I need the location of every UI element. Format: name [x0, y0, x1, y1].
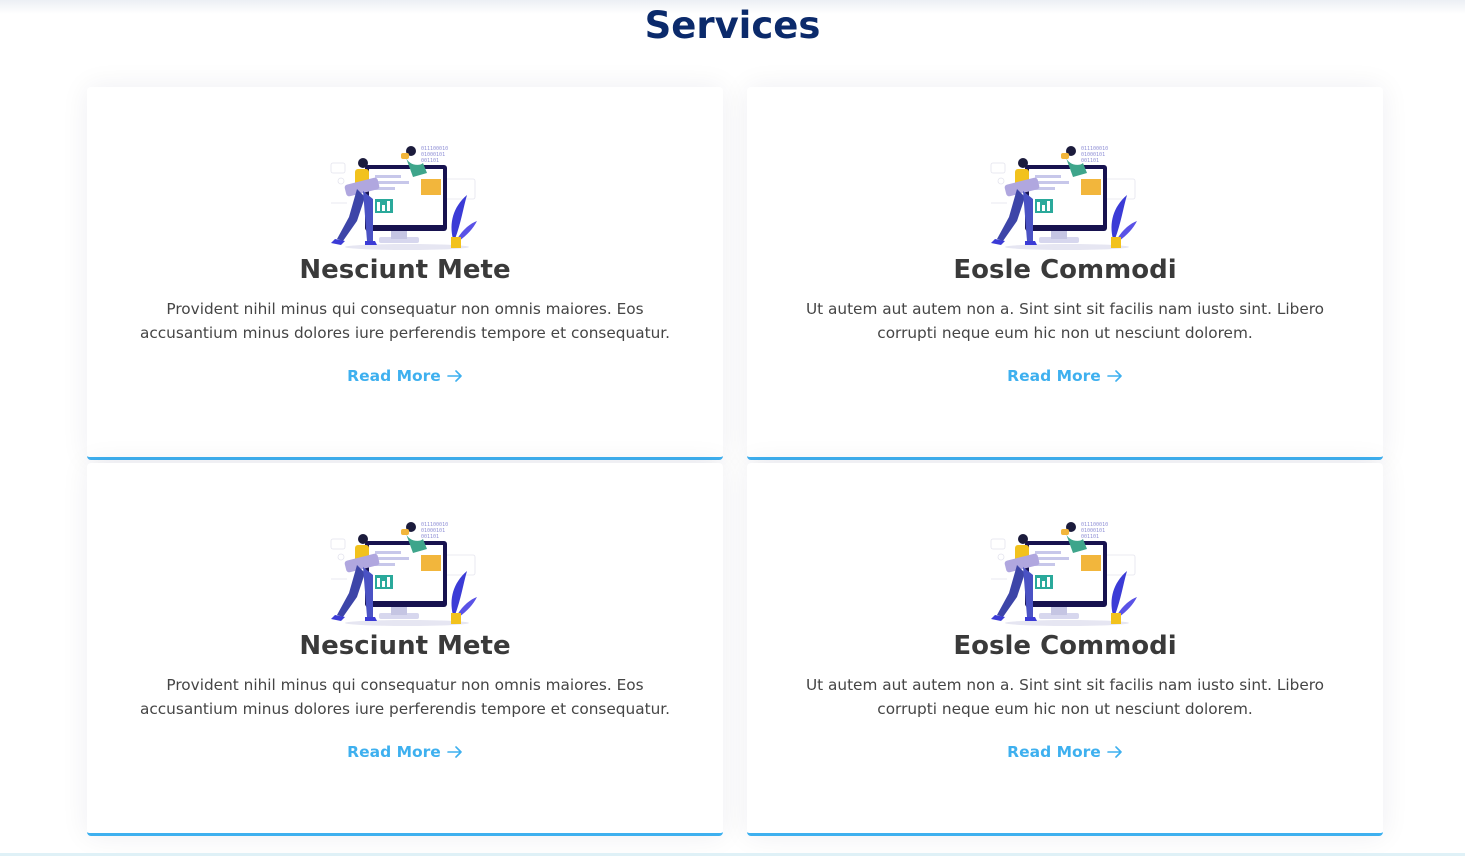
card-title: Nesciunt Mete	[299, 631, 511, 661]
arrow-right-icon	[447, 370, 462, 382]
card-title: Eosle Commodi	[953, 631, 1177, 661]
developers-at-computer-illustration: 011100010 01000101 001101	[330, 522, 477, 626]
binary-text-line-3: 001101	[421, 534, 439, 540]
service-card: 011100010 01000101 001101 Nesciunt Mete …	[87, 87, 723, 460]
developers-at-computer-illustration: 011100010 01000101 001101	[330, 146, 477, 250]
read-more-link[interactable]: Read More	[87, 743, 723, 761]
arrow-right-icon	[1107, 370, 1122, 382]
service-card: 011100010 01000101 001101 Eosle Commodi …	[747, 463, 1383, 836]
section-title: Services	[644, 4, 821, 47]
developers-at-computer-illustration: 011100010 01000101 001101	[990, 522, 1137, 626]
binary-text-line-3: 001101	[421, 158, 439, 164]
read-more-label: Read More	[347, 743, 441, 761]
binary-text-line-3: 001101	[1081, 158, 1099, 164]
card-title: Nesciunt Mete	[299, 255, 511, 285]
developers-at-computer-illustration: 011100010 01000101 001101	[990, 146, 1137, 250]
read-more-link[interactable]: Read More	[747, 743, 1383, 761]
read-more-link[interactable]: Read More	[87, 367, 723, 385]
read-more-label: Read More	[1007, 743, 1101, 761]
card-description: Ut autem aut autem non a. Sint sint sit …	[805, 300, 1325, 342]
binary-text-line-3: 001101	[1081, 534, 1099, 540]
service-card: 011100010 01000101 001101 Eosle Commodi …	[747, 87, 1383, 460]
service-card: 011100010 01000101 001101 Nesciunt Mete …	[87, 463, 723, 836]
read-more-link[interactable]: Read More	[747, 367, 1383, 385]
card-description: Ut autem aut autem non a. Sint sint sit …	[805, 676, 1325, 718]
card-title: Eosle Commodi	[953, 255, 1177, 285]
arrow-right-icon	[1107, 746, 1122, 758]
arrow-right-icon	[447, 746, 462, 758]
read-more-label: Read More	[347, 367, 441, 385]
card-description: Provident nihil minus qui consequatur no…	[139, 300, 671, 342]
card-description: Provident nihil minus qui consequatur no…	[139, 676, 671, 718]
read-more-label: Read More	[1007, 367, 1101, 385]
